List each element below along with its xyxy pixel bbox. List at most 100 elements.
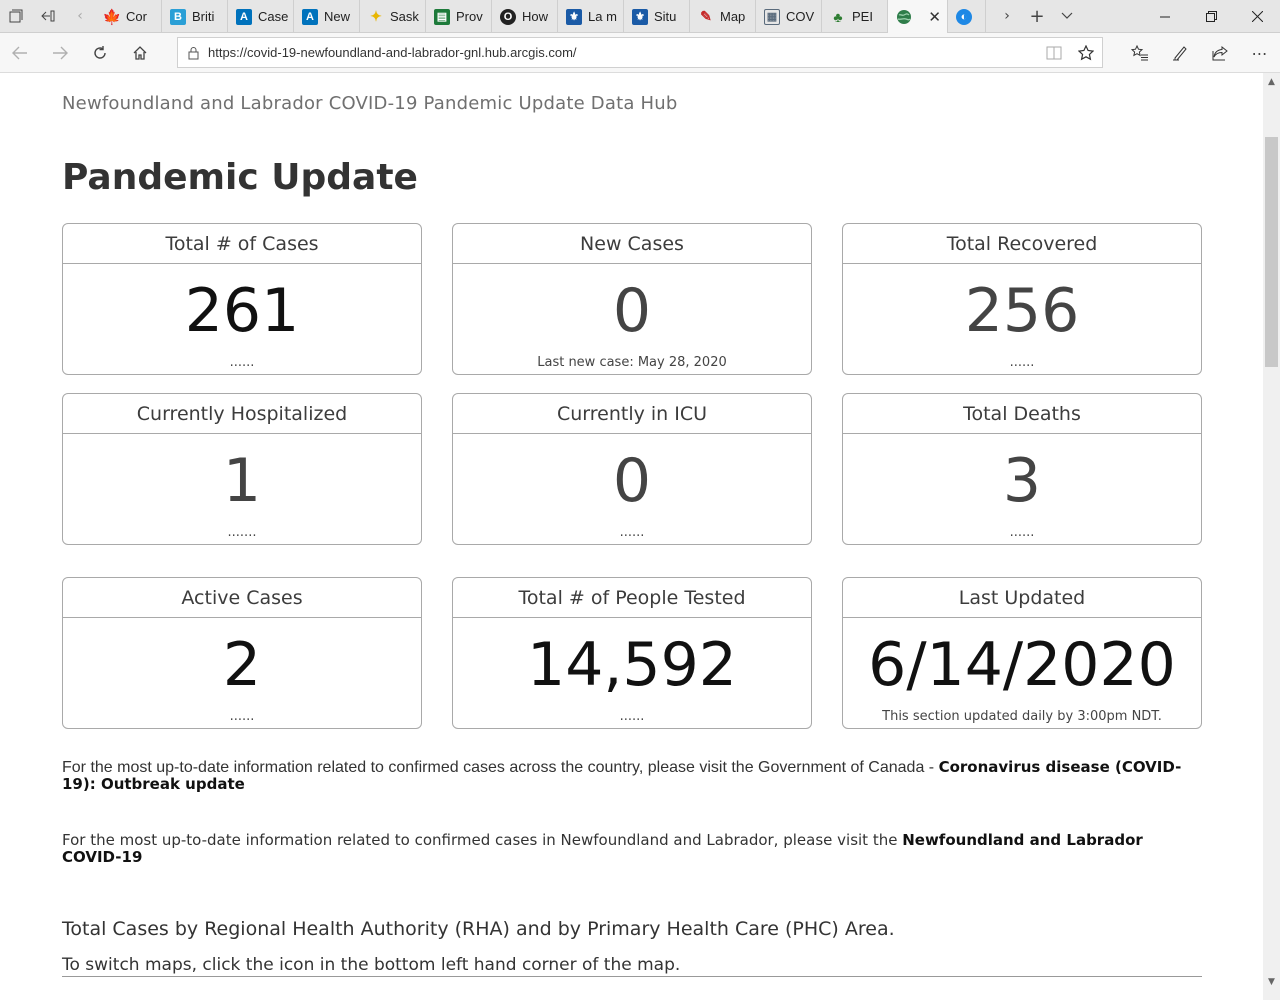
bc-icon: B — [170, 8, 186, 25]
share-icon[interactable] — [1200, 33, 1240, 73]
browser-tab[interactable]: ◐ — [948, 0, 986, 33]
paragraph-text: For the most up-to-date information rela… — [62, 831, 903, 849]
currently-hospitalized-card: Currently Hospitalized 1 ....... — [62, 393, 422, 545]
page-scrollbar[interactable]: ▲ ▼ — [1263, 73, 1280, 1000]
card-value: 3 — [1002, 446, 1042, 516]
new-tab-icon[interactable]: + — [1022, 0, 1052, 33]
url-text[interactable]: https://covid-19-newfoundland-and-labrad… — [208, 45, 1038, 60]
browser-tab[interactable]: ▦ COV — [756, 0, 822, 33]
scroll-tabs-right-icon[interactable]: › — [992, 0, 1022, 33]
paragraph-text: For the most up-to-date information rela… — [62, 759, 939, 776]
nb-icon: ✎ — [700, 8, 712, 24]
browser-tab-active[interactable]: ✕ — [888, 0, 948, 33]
total-recovered-card: Total Recovered 256 ...... — [842, 223, 1202, 375]
arcgis-icon: ◐ — [956, 8, 972, 25]
lock-icon[interactable] — [178, 46, 208, 60]
refresh-icon[interactable] — [80, 33, 120, 73]
ns-icon: ▦ — [764, 8, 780, 25]
site-title[interactable]: Newfoundland and Labrador COVID-19 Pande… — [62, 93, 677, 114]
map-switch-instruction: To switch maps, click the icon in the bo… — [62, 955, 681, 975]
browser-tab[interactable]: B Briti — [162, 0, 228, 33]
card-value: 2 — [222, 630, 262, 700]
browser-tab[interactable]: A Case — [228, 0, 294, 33]
card-footnote: Last new case: May 28, 2020 — [537, 355, 727, 370]
card-value: 261 — [184, 276, 300, 346]
forward-arrow-icon[interactable] — [40, 33, 80, 73]
total-cases-card: Total # of Cases 261 ...... — [62, 223, 422, 375]
browser-tab[interactable]: A New — [294, 0, 360, 33]
card-footnote: ....... — [227, 525, 257, 540]
home-icon[interactable] — [120, 33, 160, 73]
browser-tab[interactable]: ♣ PEI — [822, 0, 888, 33]
new-cases-card: New Cases 0 Last new case: May 28, 2020 — [452, 223, 812, 375]
currently-in-icu-card: Currently in ICU 0 ...... — [452, 393, 812, 545]
total-deaths-card: Total Deaths 3 ...... — [842, 393, 1202, 545]
browser-tab[interactable]: ⚜ Situ — [624, 0, 690, 33]
back-arrow-icon[interactable] — [0, 33, 40, 73]
browser-tab[interactable]: O How — [492, 0, 558, 33]
set-aside-tabs-icon[interactable] — [32, 0, 64, 33]
pen-web-note-icon[interactable] — [1160, 33, 1200, 73]
rha-section-heading: Total Cases by Regional Health Authority… — [62, 918, 895, 940]
alberta-icon: A — [236, 8, 252, 25]
scrollbar-thumb[interactable] — [1265, 137, 1278, 367]
ontario-icon: O — [500, 8, 516, 25]
card-title: Active Cases — [63, 578, 421, 618]
close-window-icon[interactable] — [1234, 0, 1280, 33]
card-title: Total # of People Tested — [453, 578, 811, 618]
tab-strip: 🍁 Cor B Briti A Case A New ✦ Sask ▤ Prov O How … — [96, 0, 986, 33]
tab-label: Sask — [390, 9, 419, 24]
tab-label: Cor — [126, 9, 147, 24]
card-value: 1 — [222, 446, 262, 516]
tab-label: COV — [786, 9, 815, 24]
tab-preview-chevron-down-icon[interactable] — [1052, 0, 1082, 33]
maple-leaf-icon: 🍁 — [102, 8, 122, 26]
scroll-tabs-left-icon[interactable]: ‹ — [64, 0, 96, 33]
browser-tab[interactable]: ⚜ La m — [558, 0, 624, 33]
canada-info-paragraph: For the most up-to-date information rela… — [62, 759, 1202, 793]
manitoba-icon: ▤ — [434, 8, 450, 25]
card-footnote: This section updated daily by 3:00pm NDT… — [882, 709, 1162, 724]
browser-tab[interactable]: ▤ Prov — [426, 0, 492, 33]
nl-info-paragraph: For the most up-to-date information rela… — [62, 832, 1152, 866]
card-title: Total # of Cases — [63, 224, 421, 264]
card-value: 256 — [964, 276, 1080, 346]
card-footnote: ...... — [619, 709, 645, 724]
tab-label: How — [522, 9, 549, 24]
close-tab-icon[interactable]: ✕ — [928, 8, 941, 26]
page-content: Newfoundland and Labrador COVID-19 Pande… — [0, 73, 1263, 1000]
tab-label: PEI — [852, 9, 873, 24]
scroll-up-arrow-icon[interactable]: ▲ — [1263, 73, 1280, 90]
browser-tab[interactable]: 🍁 Cor — [96, 0, 162, 33]
browser-tab[interactable]: ✦ Sask — [360, 0, 426, 33]
favorite-star-icon[interactable] — [1070, 44, 1102, 61]
restore-icon[interactable] — [1188, 0, 1234, 33]
card-title: Currently Hospitalized — [63, 394, 421, 434]
tab-label: Situ — [654, 9, 677, 24]
quebec-icon: ⚜ — [566, 8, 582, 25]
browser-tab[interactable]: ✎ Map — [690, 0, 756, 33]
quebec-icon: ⚜ — [632, 8, 648, 25]
people-tested-card: Total # of People Tested 14,592 ...... — [452, 577, 812, 729]
card-footnote: ...... — [229, 355, 255, 370]
card-title: Total Deaths — [843, 394, 1201, 434]
reading-view-icon[interactable] — [1038, 46, 1070, 60]
scroll-down-arrow-icon[interactable]: ▼ — [1263, 973, 1280, 990]
card-value: 14,592 — [527, 630, 737, 700]
minimize-icon[interactable] — [1142, 0, 1188, 33]
more-menu-icon[interactable]: ⋯ — [1240, 33, 1280, 73]
card-title: Last Updated — [843, 578, 1201, 618]
tab-label: New — [324, 9, 351, 24]
tab-label: Prov — [456, 9, 483, 24]
tab-label: Case — [258, 9, 289, 24]
tab-manager-icon[interactable] — [0, 0, 32, 33]
globe-icon — [896, 9, 912, 25]
tab-label: Map — [720, 9, 746, 24]
address-bar[interactable]: https://covid-19-newfoundland-and-labrad… — [177, 37, 1103, 68]
card-title: Total Recovered — [843, 224, 1201, 264]
saskatchewan-icon: ✦ — [370, 8, 382, 24]
divider — [62, 976, 1202, 977]
card-value: 0 — [612, 446, 652, 516]
favorites-hub-icon[interactable] — [1120, 33, 1160, 73]
navigation-bar: https://covid-19-newfoundland-and-labrad… — [0, 33, 1280, 73]
